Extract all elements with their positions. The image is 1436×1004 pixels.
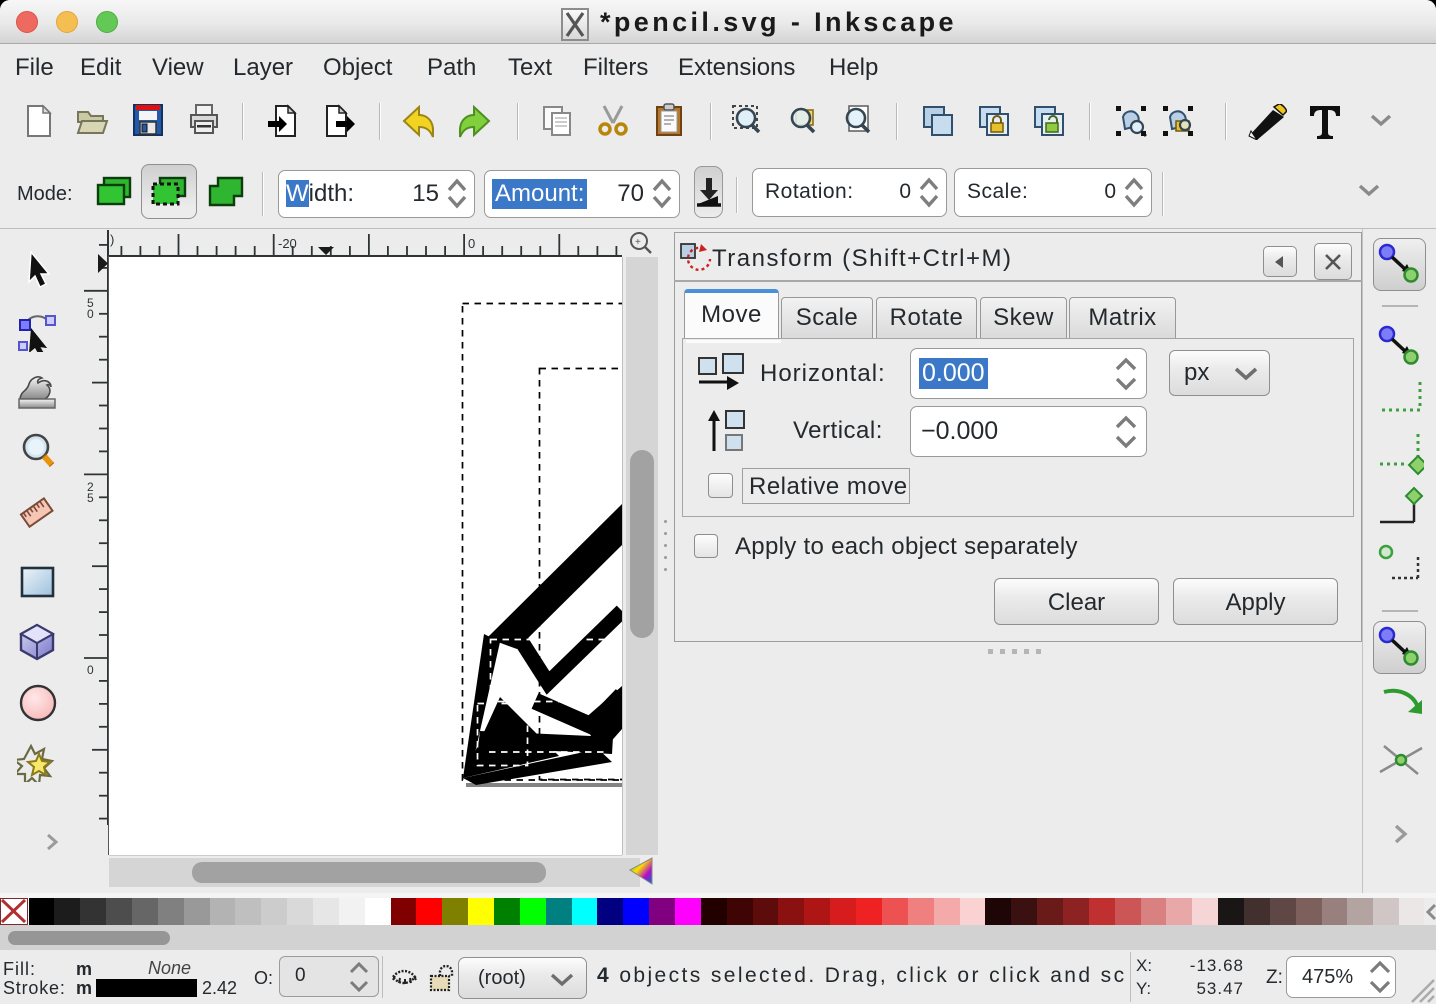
svg-text:-20: -20 <box>278 236 297 251</box>
svg-text:0: 0 <box>468 236 475 251</box>
svg-text:5: 5 <box>87 491 94 505</box>
svg-text:0: 0 <box>87 663 94 677</box>
svg-text:+: + <box>635 237 641 248</box>
svg-text:0: 0 <box>87 307 94 321</box>
svg-text:): ) <box>110 232 114 247</box>
